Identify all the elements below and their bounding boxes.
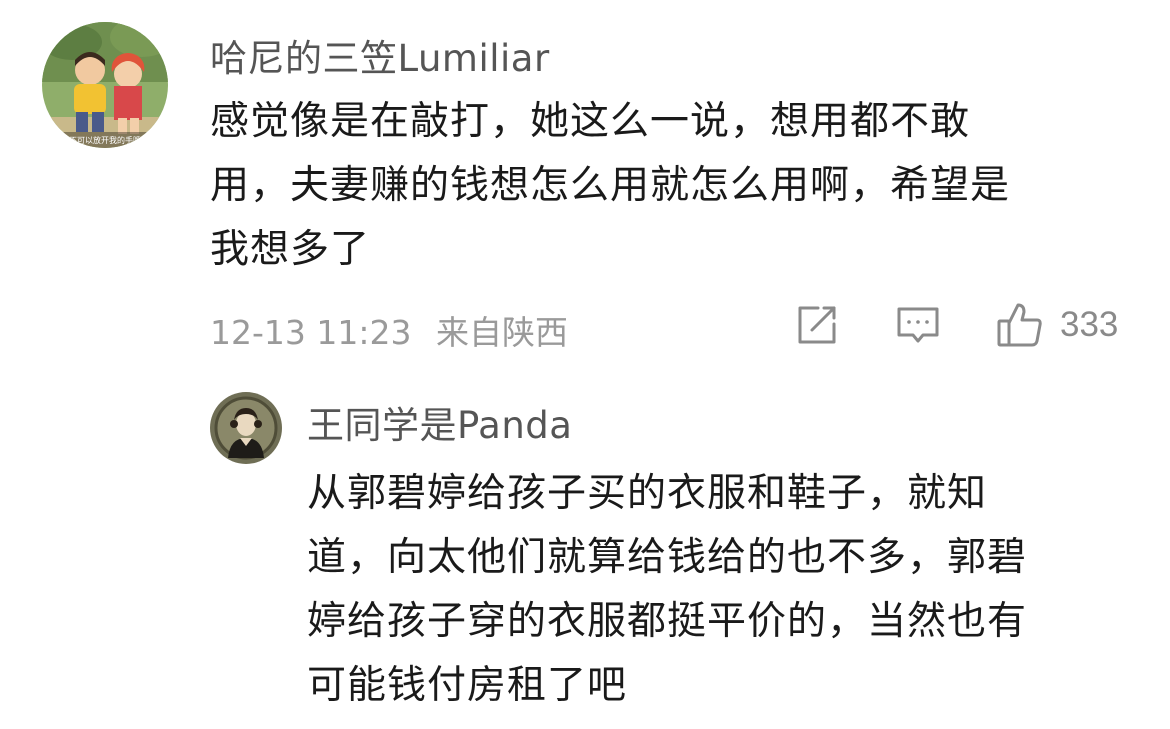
reply-line: 道，向太他们就算给钱给的也不多，郭碧 (307, 535, 1028, 580)
reply-avatar-image (210, 392, 282, 464)
reply-line: 可能钱付房租了吧 (307, 663, 628, 708)
comment-line: 我想多了 (210, 227, 371, 272)
reply-line: 从郭碧婷给孩子买的衣服和鞋子，就知 (307, 471, 988, 516)
like-button[interactable]: 333 (994, 298, 1118, 352)
reply-body: 从郭碧婷给孩子买的衣服和鞋子，就知 道，向太他们就算给钱给的也不多，郭碧 婷给孩… (307, 462, 1127, 718)
avatar[interactable]: 不可以放开我的手哦 (42, 22, 168, 148)
comment-line: 用，夫妻赚的钱想怎么用就怎么用啊，希望是 (210, 163, 1011, 208)
share-edit-icon[interactable] (792, 300, 842, 350)
comment-bubble-icon[interactable] (893, 300, 943, 350)
thumbs-up-icon (994, 299, 1046, 351)
avatar-image: 不可以放开我的手哦 (42, 22, 168, 148)
avatar-caption: 不可以放开我的手哦 (69, 135, 141, 145)
comment-location: 来自陕西 (435, 313, 568, 352)
comment-username[interactable]: 哈尼的三笠Lumiliar (210, 28, 550, 82)
comment-body: 感觉像是在敲打，她这么一说，想用都不敢 用，夫妻赚的钱想怎么用就怎么用啊，希望是… (210, 90, 1120, 282)
reply-avatar[interactable] (210, 392, 282, 464)
reply-username[interactable]: 王同学是Panda (307, 395, 572, 449)
comment-timestamp: 12-13 11:23 (210, 313, 412, 352)
reply-line: 婷给孩子穿的衣服都挺平价的，当然也有 (307, 599, 1028, 644)
comment-meta: 12-13 11:23 来自陕西 (210, 306, 568, 354)
comment-line: 感觉像是在敲打，她这么一说，想用都不敢 (210, 99, 971, 144)
like-count: 333 (1060, 305, 1119, 344)
